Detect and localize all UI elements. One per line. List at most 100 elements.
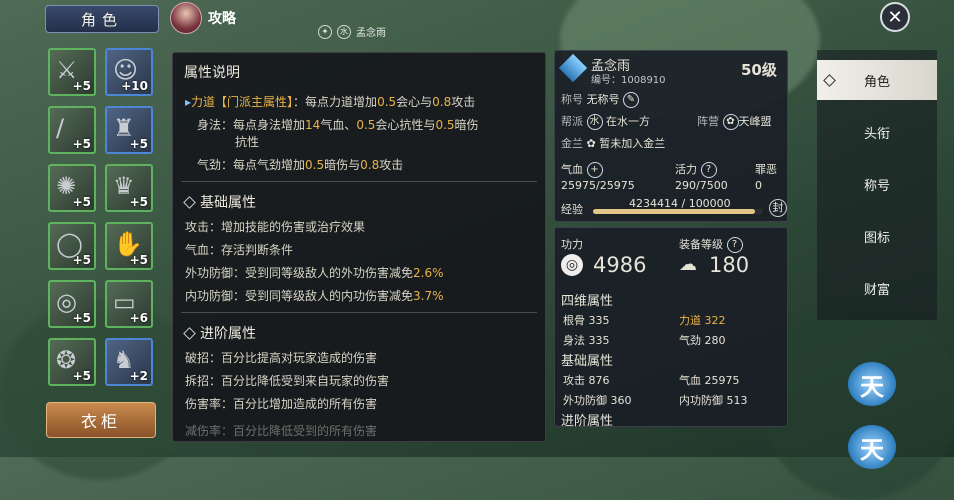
basic-stats-title: 基础属性 [561,354,614,369]
slot-level: +10 [121,79,148,93]
equip-slot[interactable]: ◎ +5 [48,280,96,328]
advanced-attr-heading: 进阶属性 [183,323,256,343]
slot-level: +5 [129,137,148,151]
help-icon[interactable]: ? [700,162,717,178]
help-icon[interactable]: ? [726,237,743,253]
vitality-label: 活力 ? [675,161,717,178]
slot-level: +5 [129,195,148,209]
equip-slot[interactable]: ▭ +6 [105,280,153,328]
faction-row: 阵营 ✿ 天峰盟 [697,114,772,130]
stat-lidao: 力道 322 [679,314,726,327]
guide-button[interactable]: 攻略 [170,2,236,34]
sidebar-item-wealth[interactable]: 财富 [817,268,937,308]
equip-slot[interactable]: ✺ +5 [48,164,96,212]
wardrobe-button[interactable]: 衣柜 [46,402,156,438]
equip-slot[interactable]: ∕ +5 [48,106,96,154]
water-icon: 水 [337,24,351,39]
sidebar-item-role[interactable]: 角色 [817,60,937,100]
gear-value: 180 [709,253,750,277]
attr-strength: ▸力道【门派主属性】：每点力道增加0.5会心与0.8攻击 [185,95,476,109]
stat-genggu: 根骨 335 [563,314,610,327]
sidebar: 角色 头衔 称号 图标 财富 [817,50,937,320]
basic-outer-def: 外功防御：受到同等级敌人的外功伤害减免2.6% [185,266,444,280]
sin-value: 0 [755,179,762,192]
stat-inner-def: 内功防御 513 [679,394,748,407]
gold-row: 金兰 ✿ 暂未加入金兰 [561,137,666,150]
slot-level: +5 [72,253,91,267]
equip-slot[interactable]: ⚔ +5 [48,48,96,96]
slot-level: +5 [72,195,91,209]
power-value: 4986 [593,253,647,277]
stats-card: 功力 ◎ 4986 装备等级 ? ☁ 180 四维属性 根骨 335 力道 32… [554,227,788,429]
slot-level: +5 [129,253,148,267]
sidebar-item-rank[interactable]: 头衔 [817,112,937,152]
stat-hp: 气血 25975 [679,374,740,387]
gear-icon: ☁ [679,254,697,275]
sect-emblem-icon [558,53,588,83]
power-icon: ◎ [561,254,583,276]
slot-level: +5 [72,369,91,383]
flower-icon: ✿ [586,137,596,150]
player-name-tag: ✦ 水 孟念雨 [318,24,386,39]
edit-icon[interactable]: ✎ [623,92,639,108]
gear-label: 装备等级 ? [679,236,743,253]
profile-card: 孟念雨 编号：1008910 50级 称号 无称号 ✎ 帮派 水 在水一方 阵营… [554,50,788,222]
equip-slot[interactable]: ☺ +10 [105,48,153,96]
divider [181,312,537,313]
guide-avatar [170,2,202,34]
equip-slot[interactable]: ❂ +5 [48,338,96,386]
slot-level: +6 [129,311,148,325]
stat-shenfa: 身法 335 [563,334,610,347]
four-dim-title: 四维属性 [561,294,614,309]
adv-chaizhao: 拆招：百分比降低受到来自玩家的伤害 [185,374,390,388]
guide-label: 攻略 [208,11,236,27]
title-row: 称号 无称号 ✎ [561,91,639,108]
power-label: 功力 [561,238,583,251]
divider [181,181,537,182]
panel-title: 属性说明 [184,65,240,81]
basic-attack: 攻击：增加技能的伤害或治疗效果 [185,220,366,234]
slot-level: +5 [72,137,91,151]
role-tab[interactable]: 角色 [45,5,159,33]
attr-agility-line2: 抗性 [235,135,260,149]
equip-slot[interactable]: ♜ +5 [105,106,153,154]
attribute-explanation-panel[interactable]: 属性说明 ▸力道【门派主属性】：每点力道增加0.5会心与0.8攻击 身法：每点身… [172,52,546,442]
sin-label: 罪恶 [755,163,777,176]
adv-pozhao: 破招：百分比提高对玩家造成的伤害 [185,351,378,365]
add-icon[interactable]: + [586,162,603,178]
stat-qijin: 气劲 280 [679,334,726,347]
equip-slot[interactable]: ◯ +5 [48,222,96,270]
attr-agility: 身法：每点身法增加14气血、0.5会心抗性与0.5暗伤 [197,118,479,132]
heaven-skill-icon[interactable]: 天 [848,362,896,406]
profile-level: 50级 [741,61,777,79]
equip-slot[interactable]: ♛ +5 [105,164,153,212]
close-button[interactable]: ✕ [880,2,910,32]
slot-level: +5 [72,311,91,325]
equip-slot[interactable]: ✋ +5 [105,222,153,270]
adv-damage-rate: 伤害率：百分比增加造成的所有伤害 [185,397,378,411]
hp-label: 气血 + [561,161,603,178]
close-icon: ✕ [887,6,903,28]
hp-value: 25975/25975 [561,179,635,192]
basic-attr-heading: 基础属性 [183,192,256,212]
seal-button[interactable]: 封 [769,199,787,217]
leaf-icon: ✦ [318,24,332,39]
adv-reduction-rate: 减伤率：百分比降低受到的所有伤害 [185,424,378,438]
sidebar-item-title[interactable]: 称号 [817,164,937,204]
basic-inner-def: 内功防御：受到同等级敌人的内功伤害减免3.7% [185,289,444,303]
stat-attack: 攻击 876 [563,374,610,387]
exp-value: 4234414 / 100000 [629,197,731,210]
adv-stats-title: 进阶属性 [561,414,614,429]
faction-icon: ✿ [722,114,739,130]
heaven-skill-icon[interactable]: 天 [848,425,896,469]
equip-slot[interactable]: ♞ +2 [105,338,153,386]
rod-icon: ∕ [56,114,65,142]
sidebar-item-icon[interactable]: 图标 [817,216,937,256]
player-name: 孟念雨 [356,28,386,39]
sect-row: 帮派 水 在水一方 [561,114,650,130]
slot-level: +5 [72,79,91,93]
attr-qijin: 气劲：每点气劲增加0.5暗伤与0.8攻击 [197,158,404,172]
stat-outer-def: 外功防御 360 [563,394,632,407]
water-icon: 水 [586,114,603,130]
basic-hp: 气血：存活判断条件 [185,243,294,257]
